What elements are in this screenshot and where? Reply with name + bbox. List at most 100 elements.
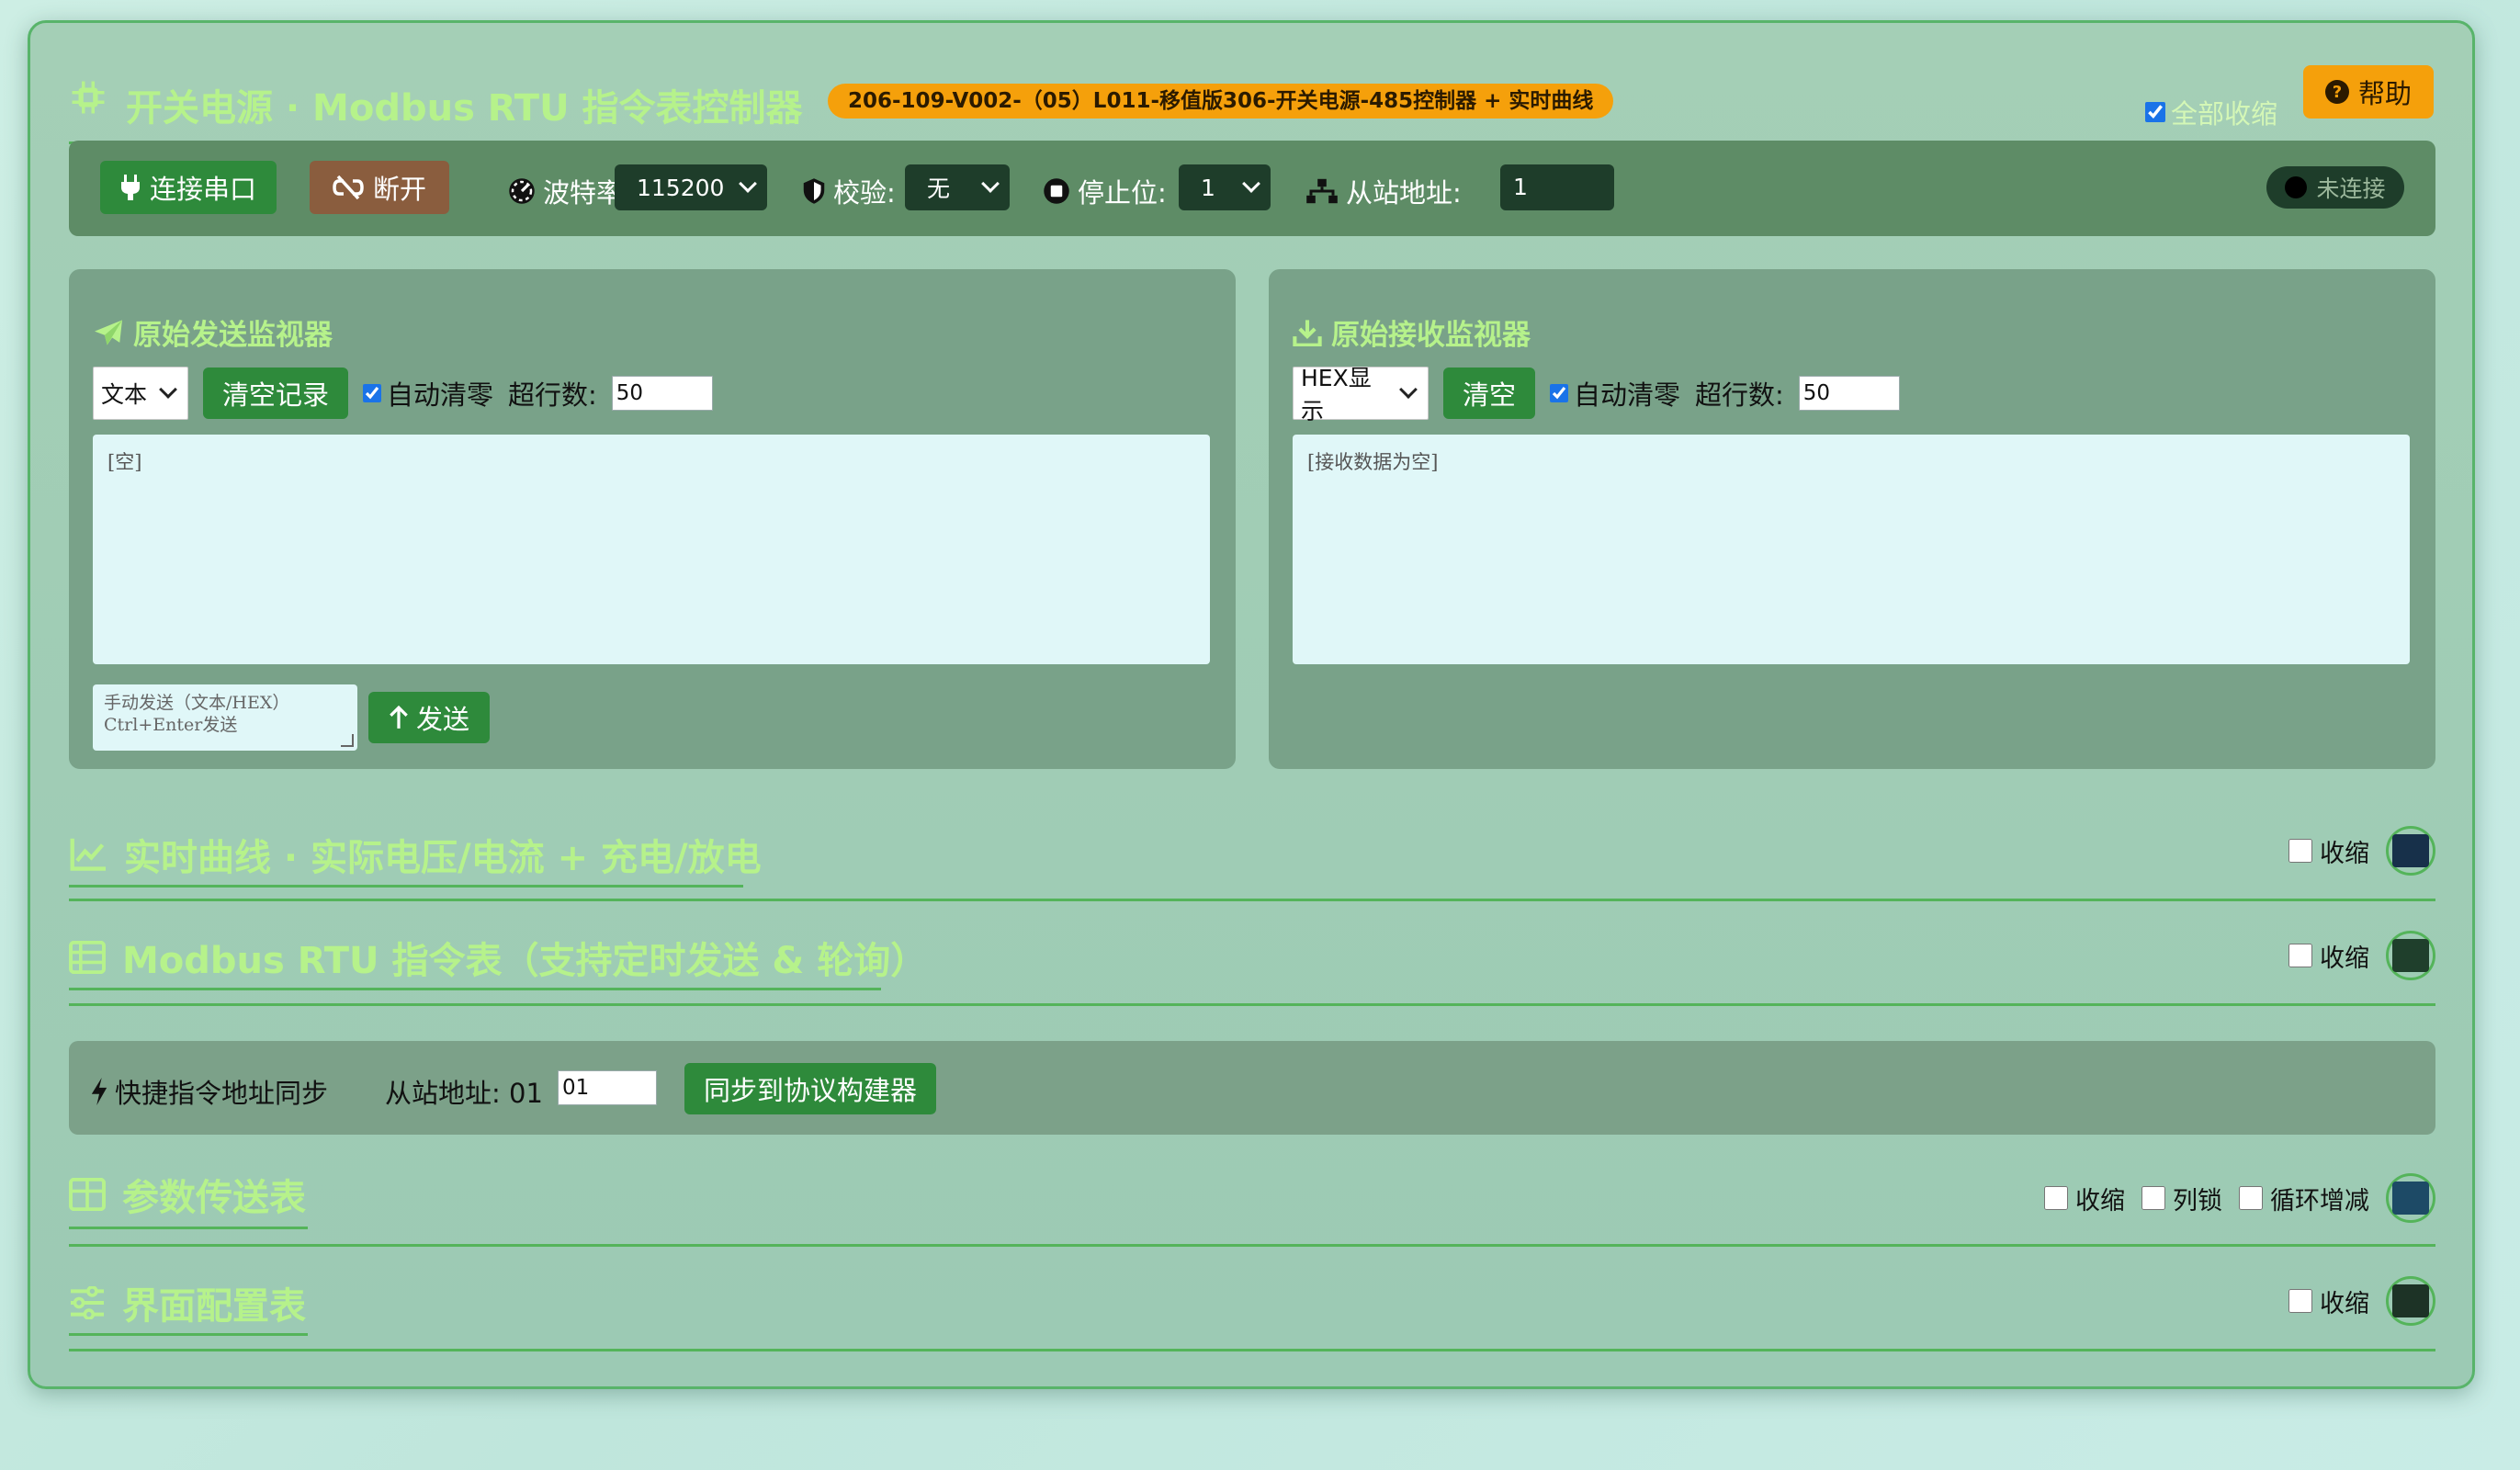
manual-send-placeholder-line1: 手动发送（文本/HEX）: [104, 693, 290, 713]
chevron-down-icon: [981, 175, 1000, 193]
parity-select[interactable]: 无: [905, 164, 1010, 210]
arrow-up-icon: [390, 706, 408, 729]
ui-config-section-title-text: 界面配置表: [122, 1285, 306, 1328]
connection-status-text: 未连接: [2316, 175, 2386, 202]
baud-rate-value: 115200: [637, 174, 725, 201]
recv-format-select[interactable]: HEX显示: [1293, 365, 1429, 424]
gauge-icon: [509, 178, 535, 204]
recv-auto-clear-toggle[interactable]: 自动清零: [1550, 374, 1680, 413]
ui-config-section-title: 界面配置表: [69, 1276, 306, 1329]
disconnect-button[interactable]: 断开: [310, 161, 449, 214]
send-format-value: 文本: [101, 381, 148, 408]
slave-address-input[interactable]: 1: [1500, 164, 1614, 210]
stop-icon: [1044, 178, 1069, 204]
connect-serial-button[interactable]: 连接串口: [100, 161, 277, 214]
ui-config-title-underline: [69, 1333, 308, 1336]
slave-address-field: 从站地址:: [1305, 172, 1462, 210]
resize-handle-icon[interactable]: [341, 734, 354, 747]
unlink-icon: [333, 175, 364, 199]
recv-monitor-title-text: 原始接收监视器: [1331, 319, 1531, 352]
chevron-down-icon: [1242, 175, 1260, 193]
params-cycle-toggle[interactable]: 循环增减: [2239, 1181, 2369, 1216]
download-icon: [1293, 319, 1322, 346]
connection-status-badge: 未连接: [2266, 166, 2404, 209]
params-section-controls: 收缩 列锁 循环增减: [2044, 1173, 2435, 1223]
commands-section-header: Modbus RTU 指令表（支持定时发送 & 轮询） 收缩: [69, 925, 2435, 1006]
params-collapse-toggle[interactable]: 收缩: [2044, 1181, 2125, 1216]
send-auto-clear-toggle[interactable]: 自动清零: [363, 374, 493, 413]
app-window: 开关电源 · Modbus RTU 指令表控制器 206-109-V002-（0…: [28, 20, 2475, 1389]
commands-section-title-text: Modbus RTU 指令表（支持定时发送 & 轮询）: [122, 940, 928, 982]
baud-rate-field: 波特率:: [508, 172, 632, 210]
params-column-lock-checkbox[interactable]: [2141, 1186, 2165, 1210]
params-column-lock-toggle[interactable]: 列锁: [2141, 1181, 2222, 1216]
chevron-down-icon: [1399, 380, 1418, 399]
curve-section-title: 实时曲线 · 实际电压/电流 + 充电/放电: [69, 828, 762, 881]
slave-address-label: 从站地址:: [1346, 177, 1462, 209]
baud-rate-select[interactable]: 115200: [615, 164, 767, 210]
params-cycle-checkbox[interactable]: [2239, 1186, 2263, 1210]
stop-bits-value: 1: [1201, 174, 1215, 201]
recv-max-rows-input[interactable]: 50: [1798, 376, 1900, 411]
connect-label: 连接串口: [149, 174, 256, 205]
params-color-toggle[interactable]: [2386, 1173, 2435, 1223]
recv-max-rows-label: 超行数:: [1695, 379, 1784, 411]
parity-label: 校验:: [833, 177, 896, 209]
paper-plane-icon: [95, 319, 122, 345]
clear-recv-button[interactable]: 清空: [1443, 368, 1535, 419]
chevron-down-icon: [159, 380, 177, 399]
ui-config-collapse-checkbox[interactable]: [2288, 1289, 2312, 1313]
stop-bits-field: 停止位:: [1043, 172, 1167, 210]
line-chart-icon: [70, 838, 106, 871]
commands-color-swatch: [2392, 939, 2429, 972]
sync-to-builder-button[interactable]: 同步到协议构建器: [684, 1063, 936, 1114]
send-max-rows-input[interactable]: 50: [611, 376, 713, 411]
clear-send-log-button[interactable]: 清空记录: [203, 368, 348, 419]
commands-collapse-label: 收缩: [2320, 944, 2369, 973]
send-auto-clear-checkbox[interactable]: [363, 384, 381, 402]
params-cycle-label: 循环增减: [2270, 1186, 2369, 1216]
commands-collapse-toggle[interactable]: 收缩: [2288, 938, 2369, 974]
parity-field: 校验:: [802, 172, 896, 210]
recv-auto-clear-checkbox[interactable]: [1550, 384, 1568, 402]
recv-monitor-output[interactable]: [接收数据为空]: [1293, 435, 2410, 664]
recv-format-value: HEX显示: [1301, 365, 1372, 424]
ui-config-color-swatch: [2392, 1284, 2429, 1317]
collapse-all-checkbox[interactable]: [2144, 102, 2165, 122]
ui-config-section-controls: 收缩: [2288, 1276, 2435, 1326]
ui-config-collapse-toggle[interactable]: 收缩: [2288, 1283, 2369, 1319]
quick-slave-address-input[interactable]: 01: [558, 1070, 657, 1105]
curve-color-swatch: [2392, 834, 2429, 867]
quick-sync-label: 快捷指令地址同步: [115, 1078, 329, 1109]
send-auto-clear-label: 自动清零: [387, 379, 494, 411]
send-format-select[interactable]: 文本: [93, 367, 188, 420]
quick-slave-address-label: 从站地址: 01: [385, 1078, 543, 1109]
commands-collapse-checkbox[interactable]: [2288, 944, 2312, 967]
send-monitor-title-text: 原始发送监视器: [133, 319, 333, 352]
params-color-swatch: [2392, 1182, 2429, 1215]
collapse-all-toggle[interactable]: 全部收缩: [2144, 93, 2277, 131]
curve-collapse-toggle[interactable]: 收缩: [2288, 833, 2369, 869]
ui-config-section-header: 界面配置表 收缩: [69, 1267, 2435, 1351]
commands-color-toggle[interactable]: [2386, 931, 2435, 980]
curve-collapse-checkbox[interactable]: [2288, 839, 2312, 863]
stop-bits-select[interactable]: 1: [1179, 164, 1271, 210]
curve-color-toggle[interactable]: [2386, 826, 2435, 876]
manual-send-placeholder-line2: Ctrl+Enter发送: [104, 715, 238, 735]
commands-section-title: Modbus RTU 指令表（支持定时发送 & 轮询）: [69, 931, 927, 984]
grid-icon: [69, 1178, 106, 1211]
stop-bits-label: 停止位:: [1078, 177, 1167, 209]
ui-config-color-toggle[interactable]: [2386, 1276, 2435, 1326]
manual-send-input[interactable]: 手动发送（文本/HEX） Ctrl+Enter发送: [93, 684, 357, 751]
send-button[interactable]: 发送: [368, 692, 490, 743]
ui-config-collapse-label: 收缩: [2320, 1289, 2369, 1318]
params-title-underline: [69, 1227, 308, 1229]
network-icon: [1306, 178, 1338, 204]
help-label: 帮助: [2357, 78, 2412, 109]
curve-section-title-text: 实时曲线 · 实际电压/电流 + 充电/放电: [124, 837, 762, 879]
recv-auto-clear-label: 自动清零: [1574, 379, 1681, 411]
send-monitor-output[interactable]: [空]: [93, 435, 1210, 664]
params-collapse-checkbox[interactable]: [2044, 1186, 2068, 1210]
help-button[interactable]: ? 帮助: [2303, 65, 2434, 119]
plug-icon: [120, 175, 140, 200]
